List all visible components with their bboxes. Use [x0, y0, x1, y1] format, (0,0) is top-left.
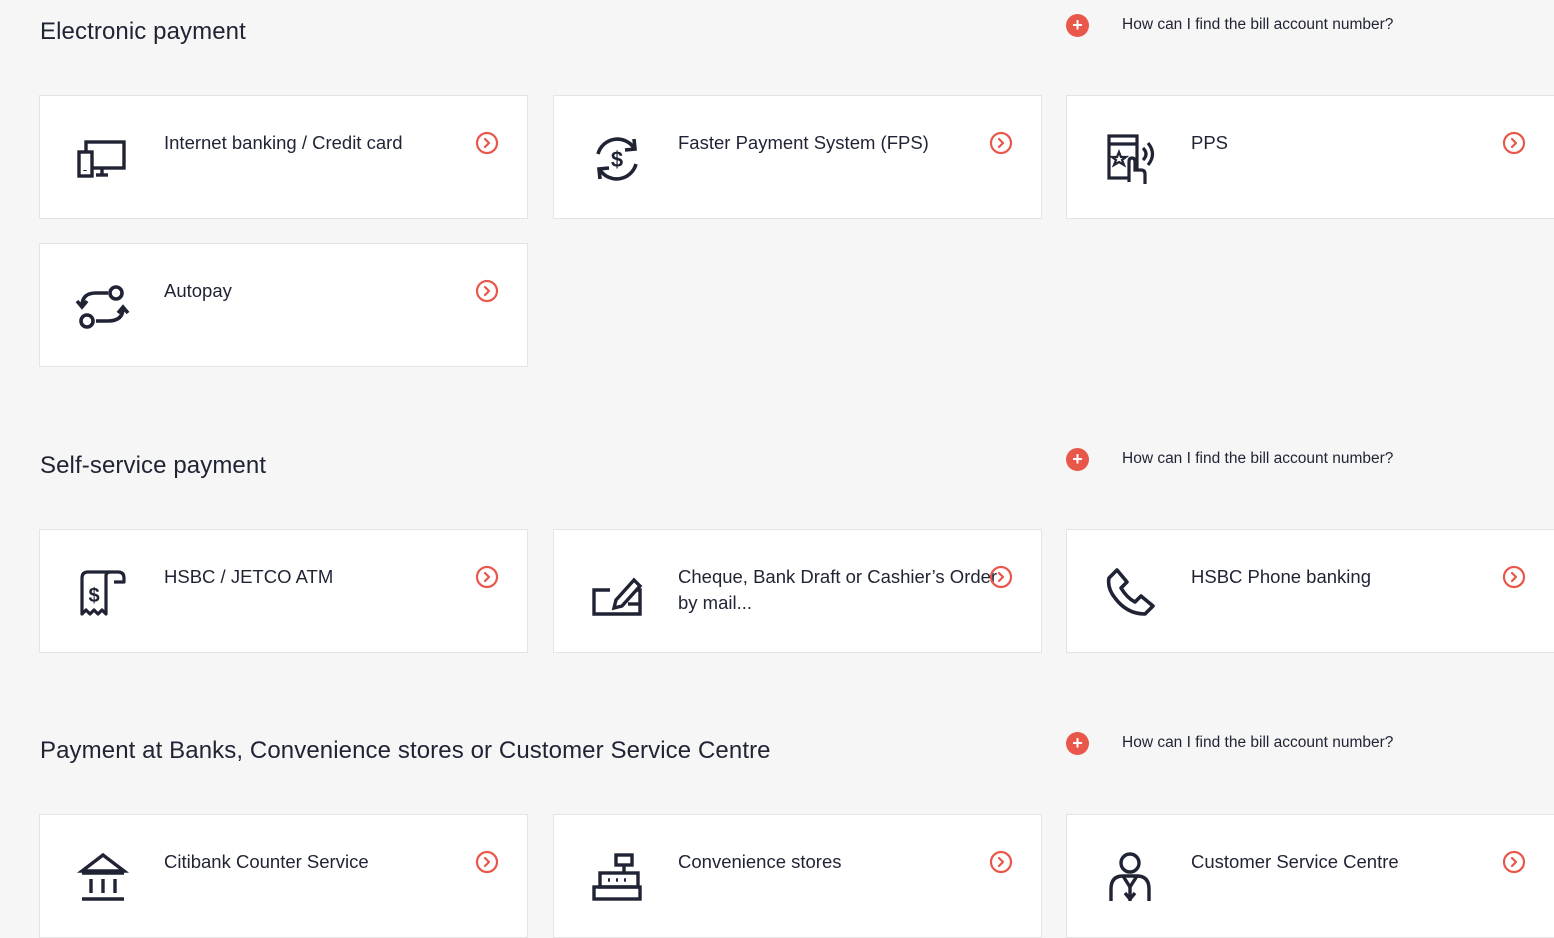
help-link-bill-account[interactable]: + How can I find the bill account number… — [1066, 731, 1393, 755]
svg-text:$: $ — [611, 147, 623, 172]
mail-cheque-icon — [588, 564, 646, 622]
option-label: Internet banking / Credit card — [164, 132, 403, 153]
option-card-atm[interactable]: $ HSBC / JETCO ATM — [39, 529, 528, 653]
atm-receipt-icon: $ — [74, 564, 132, 622]
plus-icon[interactable]: + — [1066, 731, 1089, 755]
plus-icon[interactable]: + — [1066, 13, 1089, 37]
section-title: Payment at Banks, Convenience stores or … — [40, 737, 771, 764]
help-link-bill-account[interactable]: + How can I find the bill account number… — [1066, 13, 1393, 37]
option-label: Citibank Counter Service — [164, 851, 369, 872]
chevron-right-circle-icon[interactable] — [1502, 850, 1526, 874]
chevron-right-circle-icon[interactable] — [1502, 131, 1526, 155]
chevron-right-circle-icon[interactable] — [475, 279, 499, 303]
option-card-phone-banking[interactable]: HSBC Phone banking — [1066, 529, 1554, 653]
help-link-text[interactable]: How can I find the bill account number? — [1122, 734, 1393, 752]
customer-service-icon — [1101, 849, 1159, 907]
phone-icon — [1101, 564, 1159, 622]
option-label: PPS — [1191, 132, 1229, 153]
chevron-right-circle-icon[interactable] — [475, 565, 499, 589]
option-card-internet-banking[interactable]: Internet banking / Credit card — [39, 95, 528, 219]
option-label: Customer Service Centre — [1191, 851, 1399, 872]
option-label: HSBC / JETCO ATM — [164, 566, 334, 587]
section-title: Electronic payment — [40, 18, 246, 45]
plus-icon[interactable]: + — [1066, 447, 1089, 471]
help-link-text[interactable]: How can I find the bill account number? — [1122, 16, 1393, 34]
option-card-fps[interactable]: $ Faster Payment System (FPS) — [553, 95, 1042, 219]
option-label: Autopay — [164, 280, 232, 301]
chevron-right-circle-icon[interactable] — [1502, 565, 1526, 589]
option-card-customer-service-centre[interactable]: Customer Service Centre — [1066, 814, 1554, 938]
svg-text:$: $ — [88, 585, 99, 607]
option-card-convenience-stores[interactable]: Convenience stores — [553, 814, 1042, 938]
option-label: Faster Payment System (FPS) — [678, 132, 929, 153]
pps-terminal-icon — [1101, 130, 1159, 188]
chevron-right-circle-icon[interactable] — [989, 850, 1013, 874]
option-card-pps[interactable]: PPS — [1066, 95, 1554, 219]
cash-register-icon — [588, 849, 646, 907]
dollar-exchange-icon: $ — [588, 130, 646, 188]
option-card-cheque-by-mail[interactable]: Cheque, Bank Draft or Cashier’s Order by… — [553, 529, 1042, 653]
help-link-text[interactable]: How can I find the bill account number? — [1122, 450, 1393, 468]
help-link-bill-account[interactable]: + How can I find the bill account number… — [1066, 447, 1393, 471]
option-card-citibank-counter[interactable]: Citibank Counter Service — [39, 814, 528, 938]
option-label: HSBC Phone banking — [1191, 566, 1371, 587]
section-title: Self-service payment — [40, 452, 267, 479]
option-label: Cheque, Bank Draft or Cashier’s Order by… — [678, 566, 998, 613]
bank-building-icon — [74, 849, 132, 907]
chevron-right-circle-icon[interactable] — [475, 131, 499, 155]
autopay-cycle-icon — [74, 278, 132, 336]
chevron-right-circle-icon[interactable] — [475, 850, 499, 874]
chevron-right-circle-icon[interactable] — [989, 131, 1013, 155]
chevron-right-circle-icon[interactable] — [989, 565, 1013, 589]
computer-phone-icon — [74, 130, 132, 188]
option-card-autopay[interactable]: Autopay — [39, 243, 528, 367]
option-label: Convenience stores — [678, 851, 842, 872]
